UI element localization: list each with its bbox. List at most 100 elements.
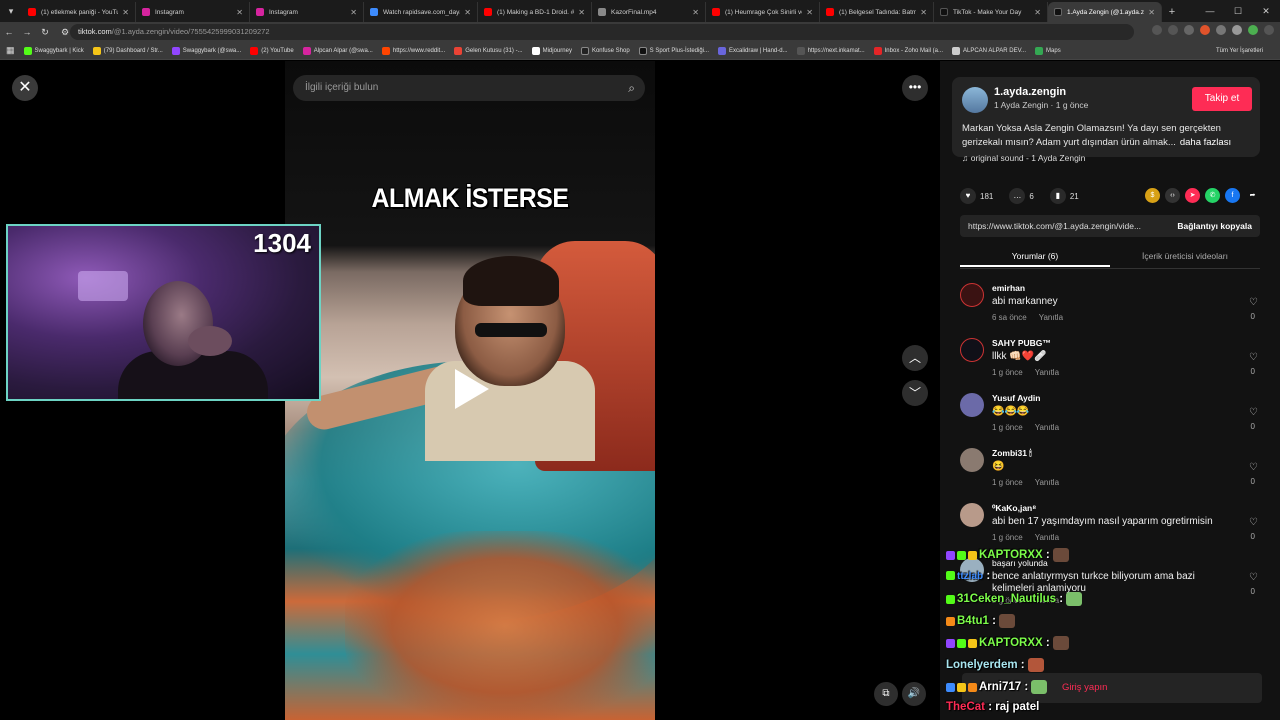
forward-icon[interactable]: → — [18, 27, 36, 37]
bookmark-item[interactable]: Swaggybark (@swa... — [171, 46, 241, 55]
maximize-icon[interactable]: ☐ — [1224, 0, 1252, 22]
comment-like-icon[interactable]: ♡ — [1249, 352, 1258, 363]
browser-tab[interactable]: Watch rapidsave.com_dayanı... ✕ — [364, 2, 478, 22]
browser-tab[interactable]: Instagram ✕ — [136, 2, 250, 22]
follow-button[interactable]: Takip et — [1192, 87, 1252, 111]
reply-button[interactable]: Yanıtla — [1035, 478, 1059, 487]
whatsapp-icon[interactable]: ✆ — [1205, 188, 1220, 203]
reload-icon[interactable]: ↻ — [36, 27, 54, 38]
bookmark-item[interactable]: https://next.inkamat... — [796, 46, 865, 55]
browser-tab[interactable]: (1) etlekmek paniği - YouTube ✕ — [22, 2, 136, 22]
menu-icon[interactable] — [1264, 25, 1274, 35]
copy-link-button[interactable]: Bağlantıyı kopyala — [1177, 215, 1252, 237]
comment-author[interactable]: Yusuf Aydin — [992, 393, 1041, 403]
bookmark-item[interactable]: (2) YouTube — [250, 46, 294, 55]
search-icon[interactable]: ⌕ — [628, 75, 635, 101]
see-more-link[interactable]: daha fazlası — [1180, 137, 1231, 148]
comment-avatar[interactable] — [960, 338, 984, 362]
close-icon[interactable]: ✕ — [920, 8, 927, 17]
bookmark-item[interactable]: Alpcan Alpar (@swa... — [302, 46, 373, 55]
comment-like-icon[interactable]: ♡ — [1249, 297, 1258, 308]
comment-avatar[interactable] — [960, 393, 984, 417]
reply-button[interactable]: Yanıtla — [1035, 423, 1059, 432]
next-video-button[interactable]: ﹀ — [902, 380, 928, 406]
floating-player-icon[interactable]: ⧉ — [874, 682, 898, 706]
tab-comments[interactable]: Yorumlar (6) — [960, 247, 1110, 267]
bookmark-item[interactable]: Inbox - Zoho Mail (a... — [873, 46, 943, 55]
comment-author[interactable]: ⁰KaKo,jan⁸ — [992, 503, 1036, 514]
close-icon[interactable]: ✕ — [122, 8, 129, 17]
bookmark-item[interactable]: Konfuse Shop — [580, 46, 630, 55]
related-search-input[interactable]: İlgili içeriği bulun ⌕ — [293, 75, 645, 101]
browser-tab[interactable]: TikTok - Make Your Day ✕ — [934, 2, 1048, 22]
comment-like-icon[interactable]: ♡ — [1249, 517, 1258, 528]
send-icon[interactable]: ➤ — [1185, 188, 1200, 203]
comment-author[interactable]: Zombi31 🕯 — [992, 448, 1032, 459]
share-arrow-icon[interactable]: ➦ — [1245, 188, 1260, 203]
extension-icon[interactable] — [1232, 25, 1242, 35]
video-player[interactable]: İlgili içeriği bulun ⌕ ALMAK İSTERSE — [285, 61, 655, 720]
close-icon[interactable]: ✕ — [806, 8, 813, 17]
volume-icon[interactable]: 🔊 — [902, 682, 926, 706]
tab-search-icon[interactable]: ▾ — [0, 0, 22, 22]
browser-tab[interactable]: (1) Belgesel Tadında: Batman...✕ — [820, 2, 934, 22]
browser-tab[interactable]: Instagram ✕ — [250, 2, 364, 22]
bookmark-star-icon[interactable] — [1184, 25, 1194, 35]
close-icon[interactable]: ✕ — [578, 8, 585, 17]
extension-icon[interactable] — [1216, 25, 1226, 35]
close-window-icon[interactable]: ✕ — [1252, 0, 1280, 22]
embed-icon[interactable]: ‹› — [1165, 188, 1180, 203]
extension-icon[interactable] — [1200, 25, 1210, 35]
browser-tab[interactable]: KazorFinal.mp4 ✕ — [592, 2, 706, 22]
back-icon[interactable]: ← — [0, 27, 18, 37]
bookmark-item[interactable]: Excalidraw | Hand-d... — [718, 46, 788, 55]
comment-avatar[interactable] — [960, 448, 984, 472]
apps-icon[interactable]: ▦ — [6, 45, 15, 56]
play-icon[interactable] — [455, 369, 489, 409]
comment-button[interactable]: … 6 — [1009, 188, 1034, 204]
close-icon[interactable]: ✕ — [236, 8, 243, 17]
bookmark-item[interactable]: (79) Dashboard / Str... — [92, 46, 163, 55]
zoom-icon[interactable] — [1168, 25, 1178, 35]
creator-username[interactable]: 1.ayda.zengin — [994, 86, 1066, 98]
install-icon[interactable] — [1152, 25, 1162, 35]
bookmark-item[interactable]: Midjourney — [531, 46, 572, 55]
bookmark-item[interactable]: Maps — [1035, 46, 1061, 55]
comment-author[interactable]: SAHY PUBG™ — [992, 338, 1051, 348]
tab-creator-videos[interactable]: İçerik üreticisi videoları — [1110, 247, 1260, 265]
profile-avatar[interactable] — [1248, 25, 1258, 35]
close-icon[interactable]: ✕ — [1148, 8, 1155, 17]
close-icon[interactable]: ✕ — [1034, 8, 1041, 17]
save-button[interactable]: ▮ 21 — [1049, 188, 1079, 204]
close-icon[interactable]: ✕ — [350, 8, 357, 17]
like-button[interactable]: ♥ 181 — [960, 188, 993, 204]
bookmark-item[interactable]: Gelen Kutusu (31) -... — [454, 46, 523, 55]
browser-tab[interactable]: (1) Heumrage Çok Sinirli ve O... ✕ — [706, 2, 820, 22]
share-link-text[interactable]: https://www.tiktok.com/@1.ayda.zengin/vi… — [968, 215, 1158, 237]
all-bookmarks[interactable]: Tüm Yer İşaretleri — [1216, 48, 1263, 54]
minimize-icon[interactable]: — — [1196, 0, 1224, 22]
bookmark-item[interactable]: Swaggybark | Kick — [23, 46, 84, 55]
bookmark-item[interactable]: https://www.reddit... — [381, 46, 445, 55]
creator-avatar[interactable] — [962, 87, 988, 113]
previous-video-button[interactable]: ︿ — [902, 345, 928, 371]
browser-tab-active[interactable]: 1.Ayda Zengin (@1.ayda.zeng... ✕ — [1048, 2, 1162, 22]
sound-link[interactable]: ♫ original sound - 1 Ayda Zengin — [962, 153, 1085, 163]
reply-button[interactable]: Yanıtla — [1039, 313, 1063, 322]
close-icon[interactable]: ✕ — [464, 8, 471, 17]
reply-button[interactable]: Yanıtla — [1035, 368, 1059, 377]
browser-tab[interactable]: (1) Making a BD-1 Droid. #sh...✕ — [478, 2, 592, 22]
coin-icon[interactable]: $ — [1145, 188, 1160, 203]
more-options-button[interactable]: ••• — [902, 75, 928, 101]
comment-avatar[interactable] — [960, 503, 984, 527]
bookmark-item[interactable]: ALPCAN ALPAR DEV... — [952, 46, 1026, 55]
comment-like-icon[interactable]: ♡ — [1249, 407, 1258, 418]
comment-like-icon[interactable]: ♡ — [1249, 462, 1258, 473]
bookmark-item[interactable]: S Sport Plus-İstediği... — [638, 46, 709, 55]
comment-author[interactable]: emirhan — [992, 283, 1025, 293]
close-video-button[interactable]: ✕ — [12, 75, 38, 101]
close-icon[interactable]: ✕ — [692, 8, 699, 17]
facebook-icon[interactable]: f — [1225, 188, 1240, 203]
comment-avatar[interactable] — [960, 283, 984, 307]
reply-button[interactable]: Yanıtla — [1035, 533, 1059, 542]
